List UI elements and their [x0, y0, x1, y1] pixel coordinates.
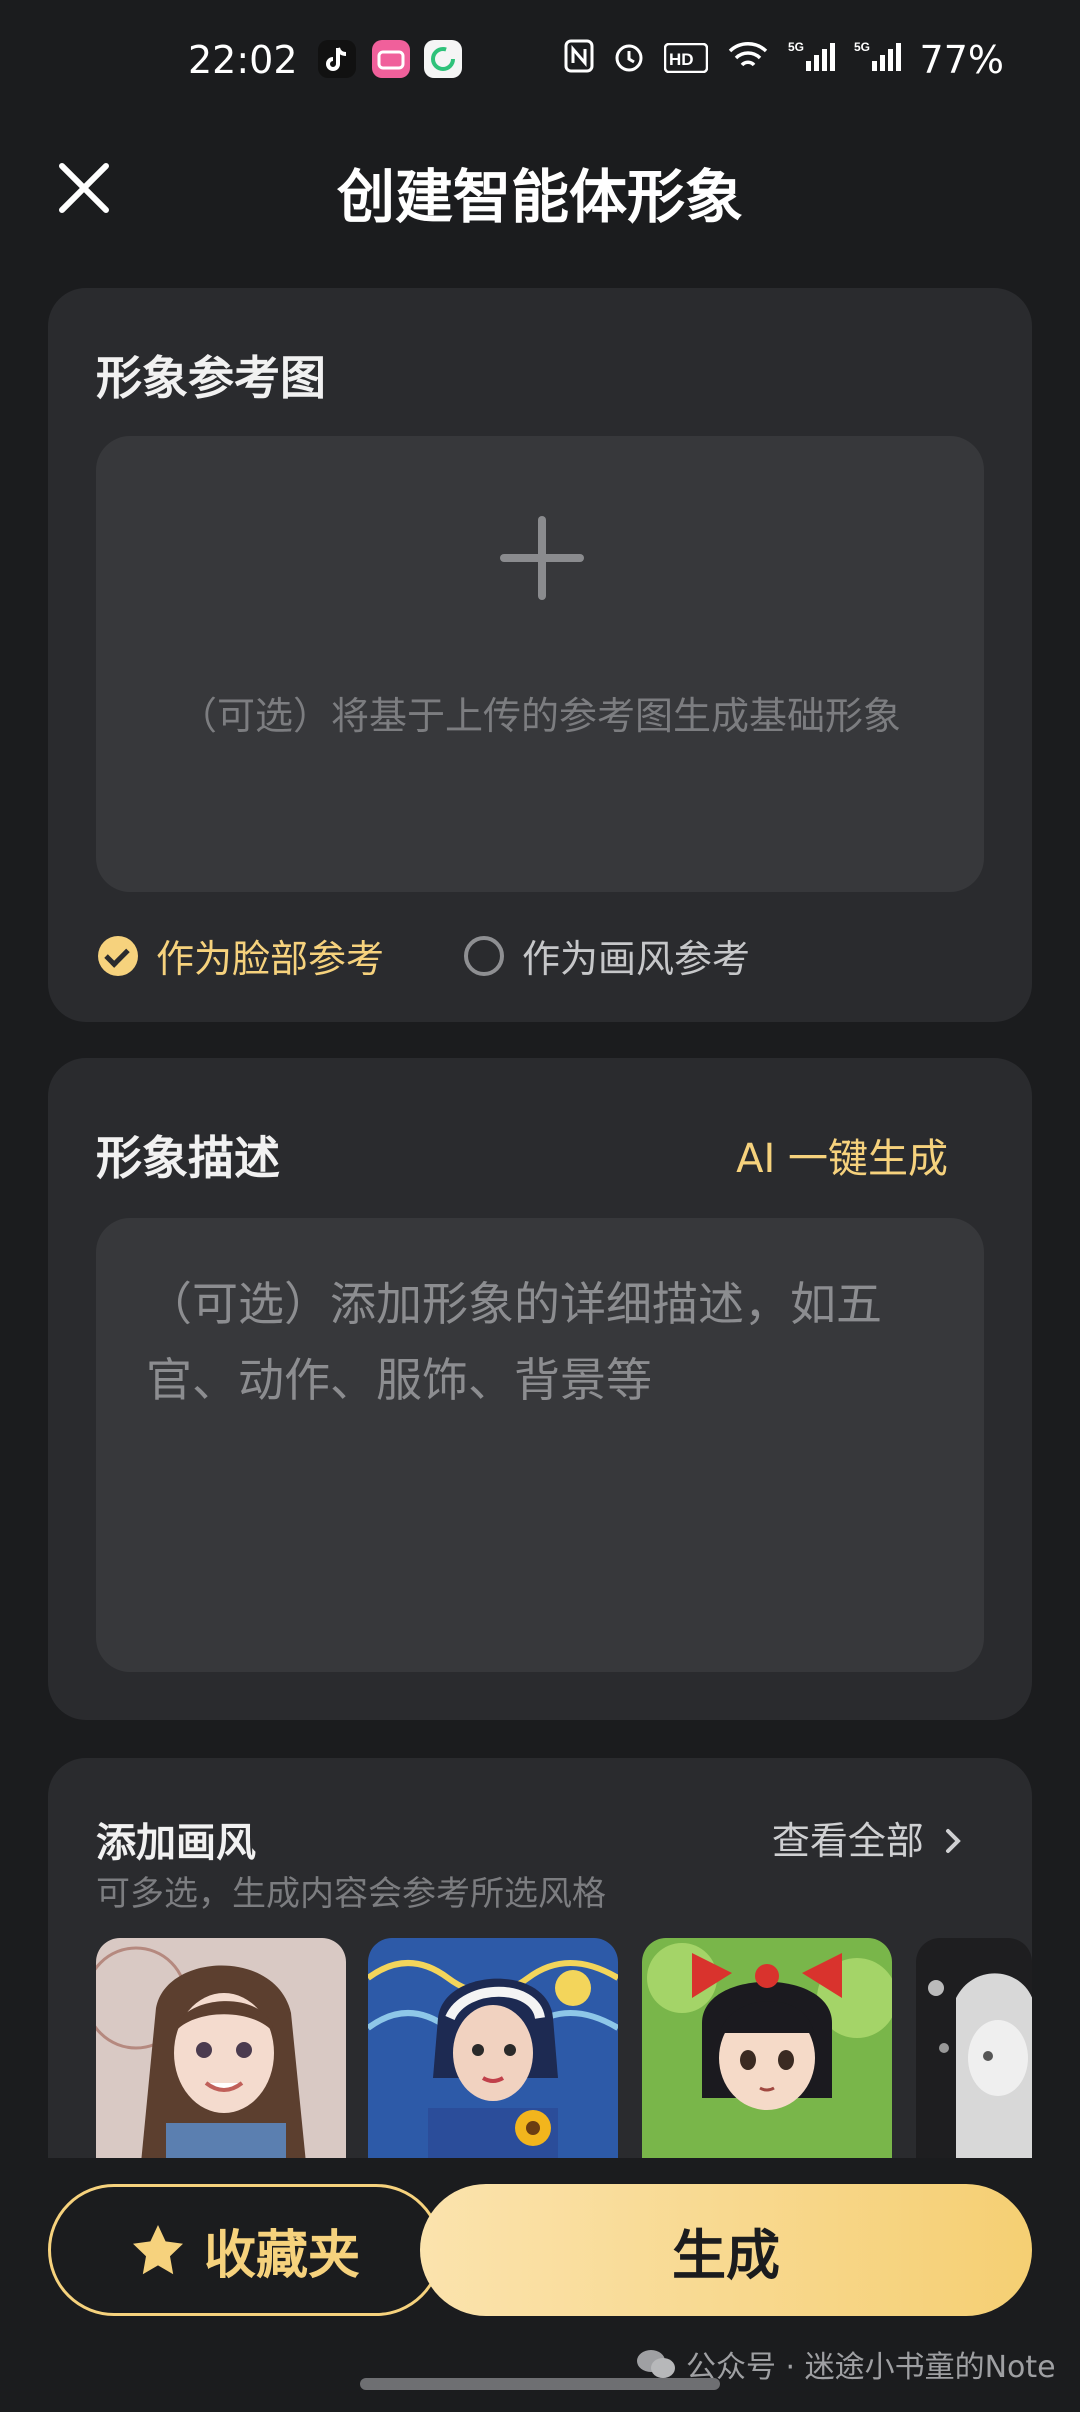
style-reference-label: 作为画风参考 [522, 937, 751, 981]
refresh-app-icon [424, 40, 462, 78]
check-circle-icon [98, 935, 138, 976]
reference-image-label: 形象参考图 [96, 351, 326, 405]
description-placeholder: （可选）添加形象的详细描述，如五官、动作、服饰、背景等 [146, 1277, 882, 1407]
alarm-icon [612, 38, 646, 82]
favorites-button[interactable]: 收藏夹 [48, 2184, 442, 2316]
status-bar: 22:02 HD 5G 5G 77% [0, 0, 1080, 120]
style-thumbnail-monochrome[interactable] [916, 1938, 1032, 2158]
bilibili-icon [372, 40, 410, 78]
style-card: 添加画风 查看全部 可多选，生成内容会参考所选风格 [48, 1758, 1032, 2158]
style-thumbnail-realistic-anime[interactable] [96, 1938, 346, 2158]
upload-hint: （可选）将基于上传的参考图生成基础形象 [178, 694, 901, 738]
nfc-icon [564, 39, 594, 82]
home-indicator[interactable] [360, 2378, 720, 2390]
style-thumbnail-ghibli[interactable] [642, 1938, 892, 2158]
generate-label: 生成 [672, 2223, 780, 2287]
page-title: 创建智能体形象 [336, 163, 743, 231]
watermark-text: 公众号 · 迷途小书童的Note [686, 2350, 1056, 2385]
generate-button[interactable]: 生成 [420, 2184, 1032, 2316]
description-label: 形象描述 [96, 1131, 280, 1185]
favorites-label: 收藏夹 [203, 2225, 360, 2286]
reference-image-card: 形象参考图 （可选）将基于上传的参考图生成基础形象 作为脸部参考 作为画风参考 [48, 288, 1032, 1022]
radio-circle-icon [464, 935, 504, 976]
plus-icon [500, 516, 584, 600]
status-indicators: HD 5G 5G 77% [564, 38, 1004, 82]
wifi-icon [726, 38, 770, 82]
view-all-label: 查看全部 [771, 1819, 924, 1863]
face-reference-label: 作为脸部参考 [156, 937, 385, 981]
style-reference-option[interactable]: 作为画风参考 [464, 928, 750, 983]
style-subtitle: 可多选，生成内容会参考所选风格 [96, 1874, 606, 1914]
face-reference-option[interactable]: 作为脸部参考 [98, 928, 384, 983]
tiktok-icon [318, 40, 356, 78]
ai-generate-button[interactable]: AI 一键生成 [736, 1126, 948, 1184]
style-thumbnail-van-gogh[interactable] [368, 1938, 618, 2158]
battery-percent: 77% [919, 38, 1004, 82]
description-card: 形象描述 AI 一键生成 （可选）添加形象的详细描述，如五官、动作、服饰、背景等 [48, 1058, 1032, 1720]
description-textarea[interactable]: （可选）添加形象的详细描述，如五官、动作、服饰、背景等 [96, 1218, 984, 1672]
svg-text:5G: 5G [854, 40, 870, 54]
svg-text:5G: 5G [788, 40, 804, 54]
style-label: 添加画风 [96, 1820, 256, 1866]
chevron-right-icon [944, 1819, 962, 1863]
view-all-button[interactable]: 查看全部 [772, 1810, 962, 1865]
signal-5g-icon-2: 5G [854, 38, 902, 82]
upload-reference-area[interactable]: （可选）将基于上传的参考图生成基础形象 [96, 436, 984, 892]
star-icon [132, 2225, 183, 2275]
status-time: 22:02 [188, 38, 298, 82]
signal-5g-icon: 5G [788, 38, 836, 82]
wechat-icon [637, 2350, 675, 2378]
svg-text:HD: HD [669, 50, 694, 69]
hd-icon: HD [663, 38, 708, 82]
